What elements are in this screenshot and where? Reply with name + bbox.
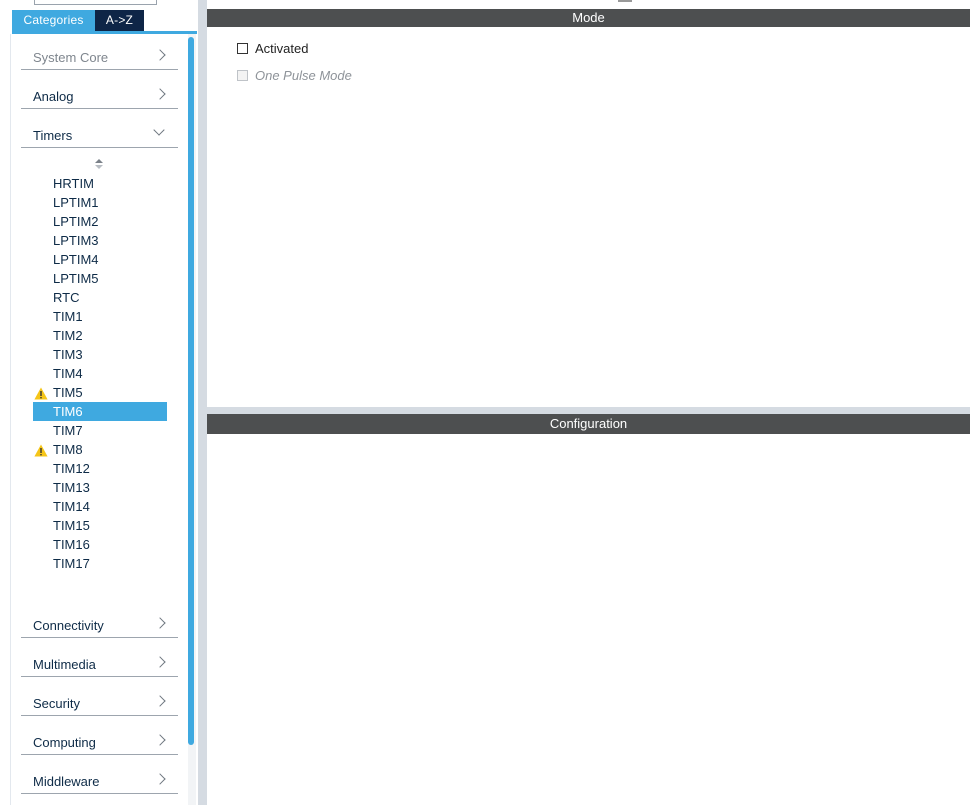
timer-list: HRTIM LPTIM1 LPTIM2 LPTIM3 LPTIM4 LPTIM5 RTC TI…: [33, 174, 167, 573]
category-computing[interactable]: Computing: [21, 717, 178, 755]
timer-label: LPTIM1: [53, 195, 99, 210]
timer-label: TIM12: [53, 461, 90, 476]
configuration-panel: [207, 434, 970, 805]
scrollbar-thumb[interactable]: [188, 37, 194, 745]
chevron-right-icon: [154, 656, 166, 668]
timer-item-hrtim[interactable]: HRTIM: [33, 174, 167, 193]
timer-label: TIM3: [53, 347, 83, 362]
timer-label: RTC: [53, 290, 80, 305]
category-security[interactable]: Security: [21, 678, 178, 716]
category-analog[interactable]: Analog: [21, 71, 178, 109]
sort-icon[interactable]: [94, 159, 104, 171]
timer-label: TIM17: [53, 556, 90, 571]
timer-item-lptim1[interactable]: LPTIM1: [33, 193, 167, 212]
mode-header: Mode: [207, 9, 970, 27]
mode-panel: Activated One Pulse Mode: [207, 27, 970, 407]
one-pulse-mode-label: One Pulse Mode: [255, 67, 352, 83]
timer-label: TIM6: [53, 404, 83, 419]
chevron-right-icon: [154, 49, 166, 61]
timer-label: TIM5: [53, 385, 83, 400]
chevron-right-icon: [154, 773, 166, 785]
timer-item-tim12[interactable]: TIM12: [33, 459, 167, 478]
category-label: Multimedia: [33, 657, 96, 672]
warning-icon: [34, 386, 48, 400]
timer-label: LPTIM3: [53, 233, 99, 248]
timer-label: TIM1: [53, 309, 83, 324]
panel-border: [10, 34, 11, 805]
timer-label: TIM7: [53, 423, 83, 438]
timer-label: TIM8: [53, 442, 83, 457]
activated-option[interactable]: Activated: [237, 40, 308, 56]
timer-item-tim6[interactable]: TIM6: [33, 402, 167, 421]
timer-label: HRTIM: [53, 176, 94, 191]
warning-icon: [34, 443, 48, 457]
chevron-right-icon: [154, 617, 166, 629]
timer-item-tim17[interactable]: TIM17: [33, 554, 167, 573]
configuration-header: Configuration: [207, 414, 970, 434]
category-label: Middleware: [33, 774, 100, 789]
panel-divider[interactable]: [207, 407, 970, 414]
timer-item-lptim4[interactable]: LPTIM4: [33, 250, 167, 269]
timer-item-tim1[interactable]: TIM1: [33, 307, 167, 326]
timer-item-tim14[interactable]: TIM14: [33, 497, 167, 516]
timer-item-tim2[interactable]: TIM2: [33, 326, 167, 345]
timer-item-lptim2[interactable]: LPTIM2: [33, 212, 167, 231]
category-label: Computing: [33, 735, 96, 750]
category-timers[interactable]: Timers: [21, 110, 178, 148]
chevron-right-icon: [154, 88, 166, 100]
timer-label: TIM16: [53, 537, 90, 552]
timer-label: TIM13: [53, 480, 90, 495]
timer-item-tim4[interactable]: TIM4: [33, 364, 167, 383]
timer-item-rtc[interactable]: RTC: [33, 288, 167, 307]
panel-splitter[interactable]: [198, 0, 207, 805]
timer-item-tim8[interactable]: TIM8: [33, 440, 167, 459]
category-label: Connectivity: [33, 618, 104, 633]
timer-item-tim13[interactable]: TIM13: [33, 478, 167, 497]
tab-categories[interactable]: Categories: [12, 10, 95, 31]
timer-label: TIM4: [53, 366, 83, 381]
chevron-right-icon: [154, 695, 166, 707]
timer-item-tim15[interactable]: TIM15: [33, 516, 167, 535]
timer-label: LPTIM4: [53, 252, 99, 267]
chevron-down-icon: [153, 124, 165, 136]
timer-item-tim16[interactable]: TIM16: [33, 535, 167, 554]
category-label: Security: [33, 696, 80, 711]
timer-item-tim3[interactable]: TIM3: [33, 345, 167, 364]
timer-item-tim7[interactable]: TIM7: [33, 421, 167, 440]
window-edge: [618, 0, 632, 2]
timer-item-lptim5[interactable]: LPTIM5: [33, 269, 167, 288]
category-multimedia[interactable]: Multimedia: [21, 639, 178, 677]
activated-label: Activated: [255, 40, 309, 56]
category-connectivity[interactable]: Connectivity: [21, 600, 178, 638]
timer-label: TIM15: [53, 518, 90, 533]
timer-label: TIM2: [53, 328, 83, 343]
tab-a-z[interactable]: A->Z: [95, 10, 144, 31]
categories-panel: Categories A->Z System Core Analog Timer…: [0, 0, 200, 805]
one-pulse-mode-checkbox: [237, 69, 248, 81]
timer-item-lptim3[interactable]: LPTIM3: [33, 231, 167, 250]
category-system-core[interactable]: System Core: [21, 32, 178, 70]
search-input[interactable]: [34, 0, 157, 5]
timer-label: LPTIM5: [53, 271, 99, 286]
timer-item-tim5[interactable]: TIM5: [33, 383, 167, 402]
category-label: System Core: [33, 50, 109, 65]
view-tabs: Categories A->Z: [12, 10, 144, 31]
category-label: Analog: [33, 89, 74, 104]
chevron-right-icon: [154, 734, 166, 746]
timer-label: LPTIM2: [53, 214, 99, 229]
activated-checkbox[interactable]: [237, 42, 248, 54]
category-middleware[interactable]: Middleware: [21, 756, 178, 794]
scrollbar[interactable]: [188, 34, 196, 805]
category-label: Timers: [33, 128, 73, 143]
one-pulse-mode-option: One Pulse Mode: [237, 67, 352, 83]
timer-label: TIM14: [53, 499, 90, 514]
